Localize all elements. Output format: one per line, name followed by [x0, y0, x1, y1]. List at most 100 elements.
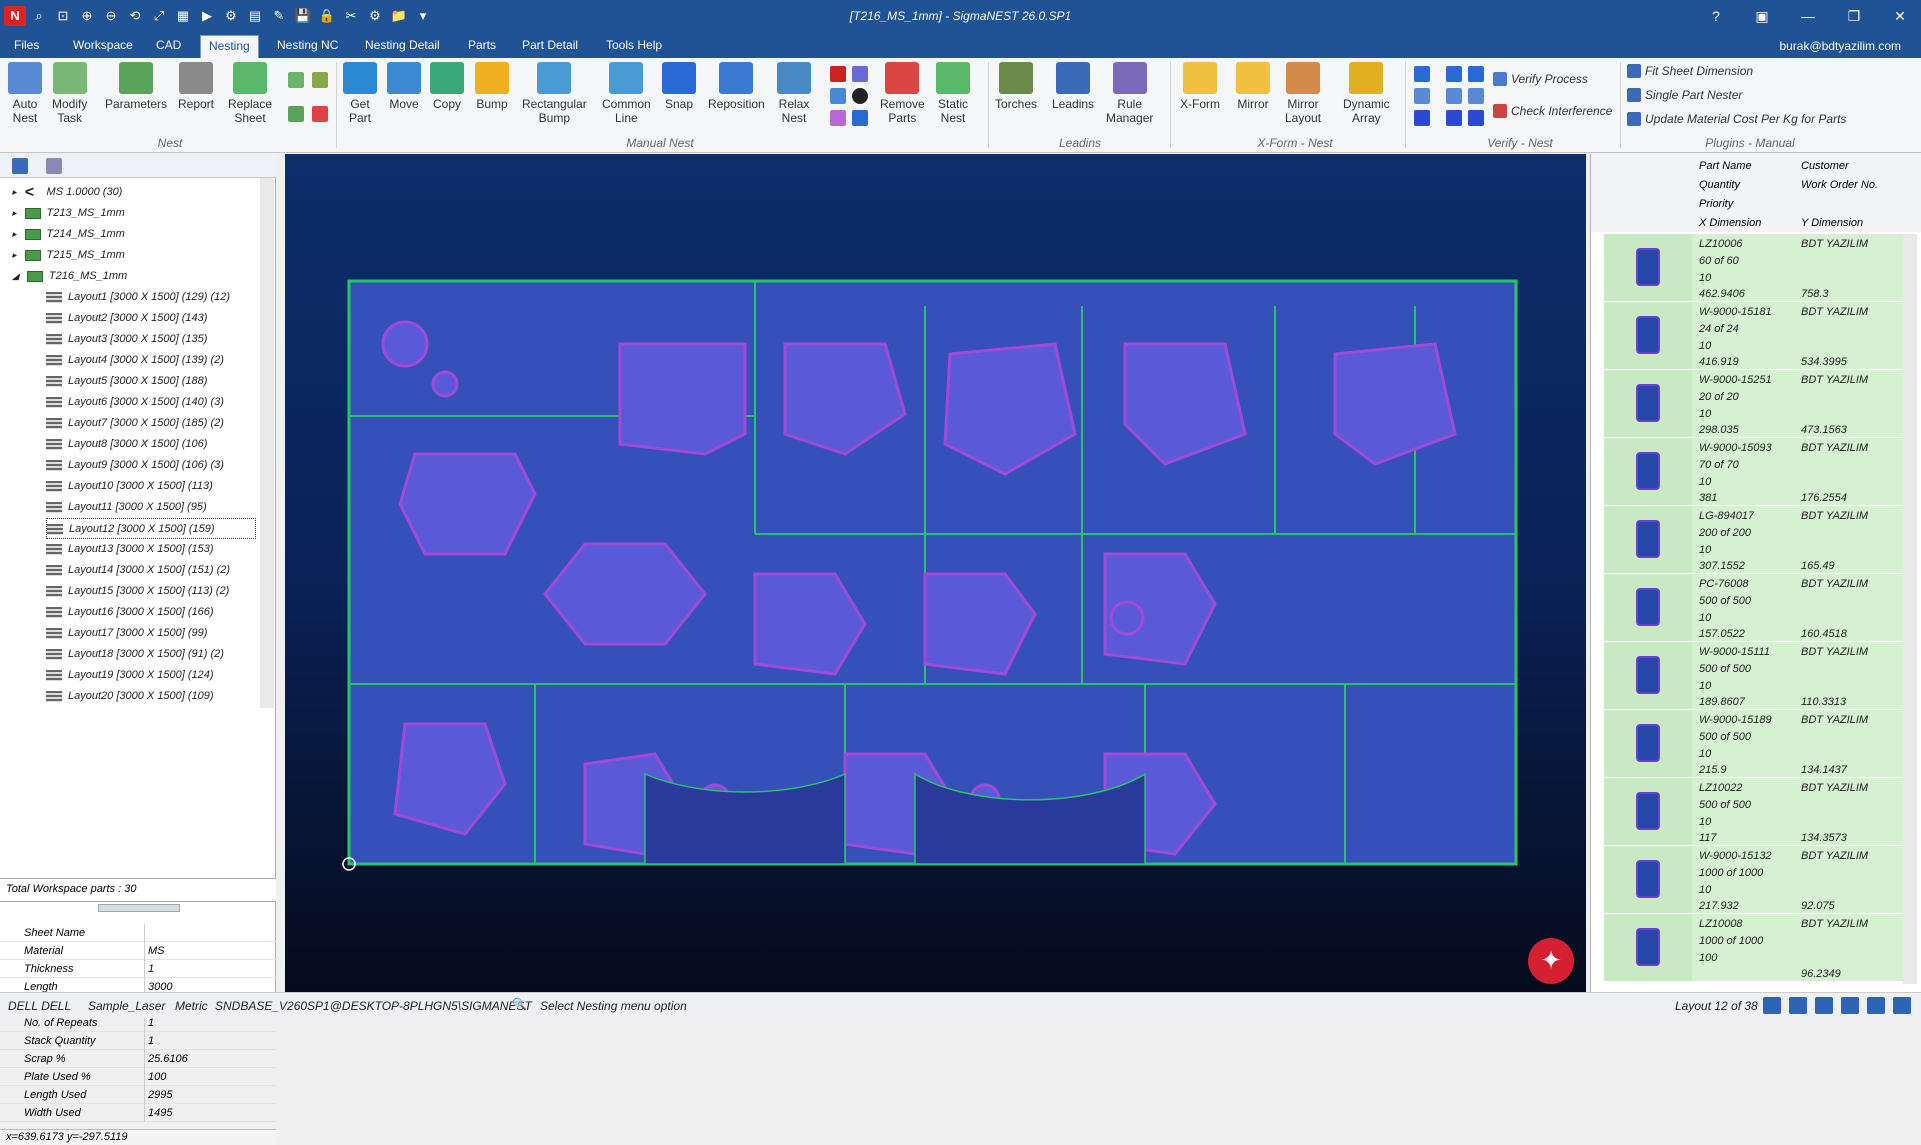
check-icon[interactable] — [312, 106, 328, 122]
measure-icon[interactable] — [1468, 88, 1484, 104]
rectangular-bump-button[interactable]: Rectangular Bump — [522, 62, 587, 125]
tree-item-layout[interactable]: Layout4 [3000 X 1500] (139) (2) — [46, 350, 224, 371]
table-view-icon[interactable] — [46, 158, 62, 174]
last-layout-button[interactable] — [1841, 997, 1859, 1014]
replace-sheet-button[interactable]: Replace Sheet — [228, 62, 272, 125]
tab-part-detail[interactable]: Part Detail — [522, 38, 578, 52]
bump-button[interactable]: Bump — [475, 62, 509, 111]
part-row[interactable]: W-9000-15111 BDT YAZILIM 500 of 500 10 189.8… — [1604, 642, 1904, 710]
single-part-nester-button[interactable]: Single Part Nester — [1627, 88, 1742, 102]
tree-item-layout[interactable]: Layout20 [3000 X 1500] (109) — [46, 686, 214, 707]
measure-icon[interactable] — [1446, 88, 1462, 104]
part-row[interactable]: LZ10008 BDT YAZILIM 1000 of 1000 100 96.2349 — [1604, 914, 1904, 982]
bug-icon[interactable] — [830, 66, 846, 82]
auto-nest-button[interactable]: Auto Nest — [8, 62, 42, 125]
parts-scrollbar[interactable] — [1903, 234, 1917, 984]
tree-item-layout[interactable]: Layout16 [3000 X 1500] (166) — [46, 602, 214, 623]
measure-icon[interactable] — [1446, 66, 1462, 82]
static-nest-button[interactable]: Static Nest — [936, 62, 970, 125]
part-row[interactable]: PC-76008 BDT YAZILIM 500 of 500 10 157.0522 1… — [1604, 574, 1904, 642]
tree-item-layout[interactable]: Layout8 [3000 X 1500] (106) — [46, 434, 207, 455]
check-interference-button[interactable]: Check Interference — [1493, 104, 1612, 118]
search-icon[interactable]: 🔍 — [512, 997, 527, 1011]
part-row[interactable]: LG-894017 BDT YAZILIM 200 of 200 10 307.1552… — [1604, 506, 1904, 574]
measure-icon[interactable] — [1468, 110, 1484, 126]
col-x-dimension[interactable]: X Dimension — [1699, 217, 1761, 229]
col-customer[interactable]: Customer — [1801, 160, 1849, 172]
get-part-button[interactable]: Get Part — [343, 62, 377, 125]
layout-nav-button[interactable] — [1867, 997, 1885, 1014]
part-row[interactable]: LZ10006 BDT YAZILIM 60 of 60 10 462.9406 758.… — [1604, 234, 1904, 302]
update-material-cost-button[interactable]: Update Material Cost Per Kg for Parts — [1627, 112, 1846, 126]
tree-item-layout[interactable]: Layout18 [3000 X 1500] (91) (2) — [46, 644, 224, 665]
col-part-name[interactable]: Part Name — [1699, 160, 1752, 172]
property-row[interactable]: Scrap % 25.6106 — [0, 1050, 276, 1068]
fit-sheet-dimension-button[interactable]: Fit Sheet Dimension — [1627, 64, 1753, 78]
tree-item-layout[interactable]: Layout6 [3000 X 1500] (140) (3) — [46, 392, 224, 413]
property-row[interactable]: Stack Quantity 1 — [0, 1032, 276, 1050]
small-tool-icon[interactable] — [830, 110, 846, 126]
nest-layout-drawing[interactable] — [285, 154, 1586, 992]
workspace-view-icon[interactable] — [12, 158, 28, 174]
leadins-button[interactable]: Leadins — [1052, 62, 1094, 111]
small-tool-icon[interactable] — [312, 72, 328, 88]
reposition-button[interactable]: Reposition — [708, 62, 765, 111]
modify-task-button[interactable]: Modify Task — [52, 62, 87, 125]
nest-canvas[interactable]: ✦ — [285, 154, 1586, 992]
small-tool-icon[interactable] — [830, 88, 846, 104]
tab-nesting[interactable]: Nesting — [200, 35, 259, 58]
property-row[interactable]: Sheet Name — [0, 924, 276, 942]
move-button[interactable]: Move — [387, 62, 421, 111]
measure-icon[interactable] — [1414, 66, 1430, 82]
col-quantity[interactable]: Quantity — [1699, 179, 1740, 191]
close-button[interactable]: ✕ — [1883, 4, 1917, 28]
target-icon[interactable] — [852, 88, 868, 104]
relax-nest-button[interactable]: Relax Nest — [777, 62, 811, 125]
measure-icon[interactable] — [1414, 88, 1430, 104]
part-row[interactable]: W-9000-15093 BDT YAZILIM 70 of 70 10 381 176.… — [1604, 438, 1904, 506]
layout-nav-button[interactable] — [1893, 997, 1911, 1014]
report-button[interactable]: Report — [178, 62, 214, 111]
tree-item-layout[interactable]: Layout12 [3000 X 1500] (159) — [46, 518, 256, 539]
tree-item-layout[interactable]: Layout19 [3000 X 1500] (124) — [46, 665, 214, 686]
property-row[interactable]: Thickness 1 — [0, 960, 276, 978]
expand-icon[interactable]: ▸ — [12, 229, 17, 239]
tree-item-sheet[interactable]: ▸ T214_MS_1mm — [12, 224, 125, 245]
tab-nesting-nc[interactable]: Nesting NC — [277, 38, 338, 52]
measure-icon[interactable] — [1468, 66, 1484, 82]
tree-item-layout[interactable]: Layout13 [3000 X 1500] (153) — [46, 539, 214, 560]
tree-item-layout[interactable]: Layout2 [3000 X 1500] (143) — [46, 308, 207, 329]
tab-tools-help[interactable]: Tools Help — [606, 38, 662, 52]
dynamic-array-button[interactable]: Dynamic Array — [1343, 62, 1390, 125]
small-tool-icon[interactable] — [288, 72, 304, 88]
expand-icon[interactable]: ▸ — [12, 187, 17, 197]
remove-parts-button[interactable]: Remove Parts — [880, 62, 925, 125]
tree-item-sheet[interactable]: ▸ T215_MS_1mm — [12, 245, 125, 266]
expand-icon[interactable]: ▸ — [12, 250, 17, 260]
tree-item-layout[interactable]: Layout7 [3000 X 1500] (185) (2) — [46, 413, 224, 434]
tree-item-layout[interactable]: Layout10 [3000 X 1500] (113) — [46, 476, 213, 497]
tree-item-layout[interactable]: Layout15 [3000 X 1500] (113) (2) — [46, 581, 229, 602]
part-row[interactable]: W-9000-15189 BDT YAZILIM 500 of 500 10 215.9… — [1604, 710, 1904, 778]
part-row[interactable]: LZ10022 BDT YAZILIM 500 of 500 10 117 134.357… — [1604, 778, 1904, 846]
help-icon[interactable]: ? — [1699, 4, 1733, 28]
measure-icon[interactable] — [1446, 110, 1462, 126]
small-tool-icon[interactable] — [852, 66, 868, 82]
restore-layout-icon[interactable]: ▣ — [1745, 4, 1779, 28]
verify-process-button[interactable]: Verify Process — [1493, 72, 1588, 86]
xform-button[interactable]: X-Form — [1180, 62, 1220, 111]
part-row[interactable]: W-9000-15132 BDT YAZILIM 1000 of 1000 10 217… — [1604, 846, 1904, 914]
copy-button[interactable]: Copy — [430, 62, 464, 111]
tree-item-sheet[interactable]: ▸ T213_MS_1mm — [12, 203, 125, 224]
tree-item-layout[interactable]: Layout5 [3000 X 1500] (188) — [46, 371, 207, 392]
property-row[interactable]: Width Used 1495 — [0, 1104, 276, 1122]
col-y-dimension[interactable]: Y Dimension — [1801, 217, 1863, 229]
measure-icon[interactable] — [1414, 110, 1430, 126]
splitter-handle[interactable] — [98, 904, 180, 912]
tab-workspace[interactable]: Workspace — [73, 38, 133, 52]
tree-item-layout[interactable]: Layout1 [3000 X 1500] (129) (12) — [46, 287, 230, 308]
tab-files[interactable]: Files — [14, 38, 39, 52]
tree-item-layout[interactable]: Layout17 [3000 X 1500] (99) — [46, 623, 207, 644]
part-row[interactable]: W-9000-15251 BDT YAZILIM 20 of 20 10 298.035… — [1604, 370, 1904, 438]
first-layout-button[interactable] — [1763, 997, 1781, 1014]
